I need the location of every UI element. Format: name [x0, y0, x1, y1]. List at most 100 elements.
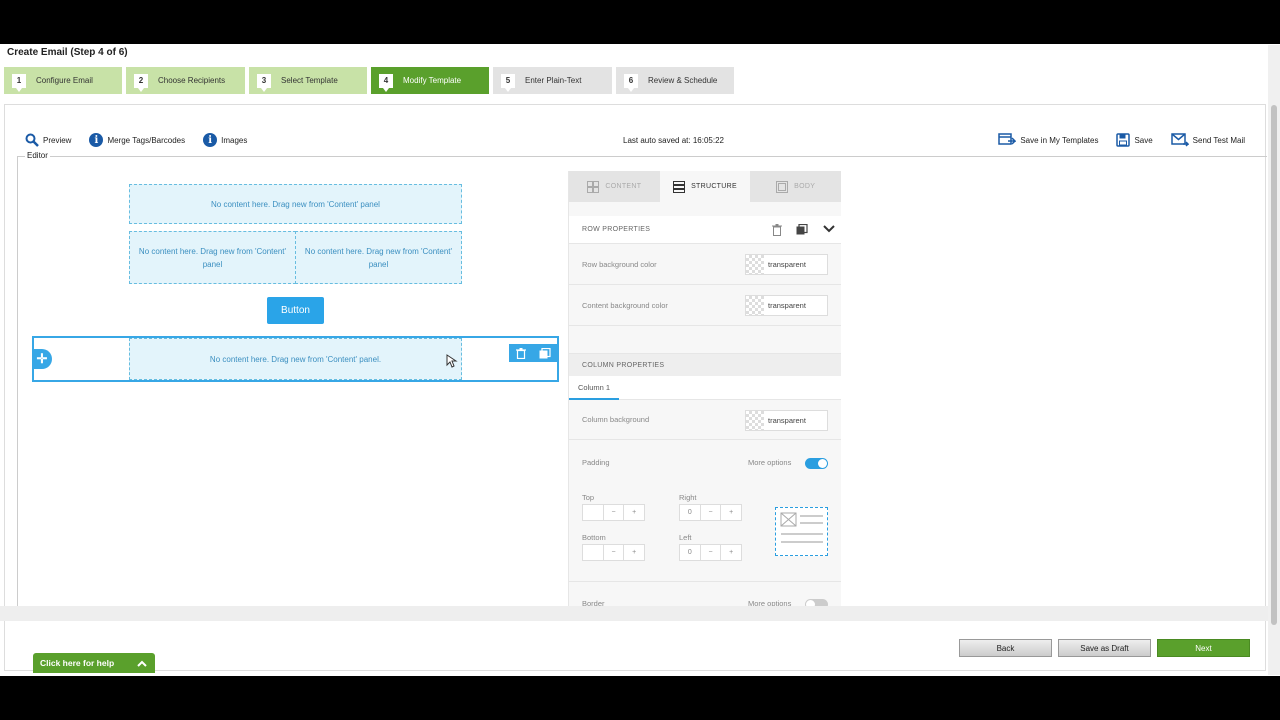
step-number: 3 — [257, 73, 271, 92]
floppy-icon — [1116, 133, 1131, 147]
tab-structure-label: STRUCTURE — [691, 183, 737, 190]
page-icon — [776, 180, 789, 193]
step-select-template[interactable]: 3 Select Template — [249, 67, 367, 94]
toggle-knob — [818, 459, 827, 468]
tab-column-1[interactable]: Column 1 — [578, 383, 610, 392]
step-review-schedule[interactable]: 6 Review & Schedule — [616, 67, 734, 94]
save-label: Save — [1134, 135, 1153, 145]
step-choose-recipients[interactable]: 2 Choose Recipients — [126, 67, 245, 94]
row-bg-value: transparent — [768, 260, 806, 269]
step-configure-email[interactable]: 1 Configure Email — [4, 67, 122, 94]
save-draft-button[interactable]: Save as Draft — [1058, 639, 1151, 657]
editor-toolbar-left: Preview i Merge Tags/Barcodes i Images — [25, 133, 247, 147]
trash-icon[interactable] — [515, 347, 526, 359]
merge-tags-button[interactable]: i Merge Tags/Barcodes — [89, 133, 185, 147]
selected-row[interactable]: ✛ No content here. Drag new from 'Conten… — [32, 336, 559, 382]
images-label: Images — [221, 135, 248, 145]
content-bg-color-picker[interactable]: transparent — [745, 295, 828, 316]
images-button[interactable]: i Images — [203, 133, 247, 147]
row-properties-header: ROW PROPERTIES — [569, 216, 841, 244]
step-number: 5 — [501, 73, 515, 92]
scrollbar-thumb[interactable] — [1271, 105, 1277, 625]
email-canvas[interactable]: No content here. Drag new from 'Content'… — [19, 166, 567, 621]
padding-right-stepper[interactable]: 0− + — [679, 504, 742, 521]
next-button[interactable]: Next — [1157, 639, 1250, 657]
drop-zone-selected[interactable]: No content here. Drag new from 'Content'… — [129, 338, 462, 380]
tab-content[interactable]: CONTENT — [569, 171, 660, 202]
padding-top-stepper[interactable]: − + — [582, 504, 645, 521]
preview-label: Preview — [43, 135, 72, 145]
duplicate-icon[interactable] — [796, 224, 808, 235]
save-my-templates-button[interactable]: Save in My Templates — [998, 133, 1098, 147]
padding-bottom-stepper[interactable]: − + — [582, 544, 645, 561]
email-button-block[interactable]: Button — [267, 297, 324, 324]
save-button[interactable]: Save — [1116, 133, 1153, 147]
minus-icon[interactable]: − — [604, 505, 625, 520]
editor-bottom-shade — [0, 606, 1268, 621]
drop-zone-right[interactable]: No content here. Drag new from 'Content'… — [295, 231, 462, 284]
back-button[interactable]: Back — [959, 639, 1052, 657]
column-properties-header: COLUMN PROPERTIES — [569, 354, 841, 376]
page-title: Create Email (Step 4 of 6) — [7, 47, 128, 58]
padding-right-label: Right — [679, 493, 697, 502]
search-icon — [25, 133, 39, 147]
plus-icon[interactable]: + — [721, 545, 741, 560]
drag-move-icon[interactable]: ✛ — [32, 349, 52, 369]
help-tab[interactable]: Click here for help — [33, 653, 155, 673]
panel-spacer — [569, 202, 841, 216]
chevron-up-icon — [137, 660, 147, 667]
step-enter-plain-text[interactable]: 5 Enter Plain-Text — [493, 67, 612, 94]
send-test-mail-button[interactable]: Send Test Mail — [1170, 133, 1245, 147]
padding-bottom-value[interactable] — [583, 545, 604, 560]
plus-icon[interactable]: + — [624, 505, 644, 520]
column-properties-title: COLUMN PROPERTIES — [582, 361, 665, 369]
chevron-down-icon[interactable] — [823, 225, 835, 233]
tab-structure[interactable]: STRUCTURE — [659, 171, 751, 202]
transparent-swatch — [746, 296, 764, 315]
info-icon: i — [89, 133, 104, 147]
padding-left-stepper[interactable]: 0− + — [679, 544, 742, 561]
minus-icon[interactable]: − — [701, 545, 722, 560]
step-label: Enter Plain-Text — [525, 76, 582, 85]
plus-icon[interactable]: + — [624, 545, 644, 560]
save-my-templates-label: Save in My Templates — [1020, 135, 1099, 145]
tab-content-label: CONTENT — [605, 183, 642, 190]
row-bg-color-picker[interactable]: transparent — [745, 254, 828, 275]
plus-icon[interactable]: + — [721, 505, 741, 520]
minus-icon[interactable]: − — [604, 545, 625, 560]
padding-left-label: Left — [679, 533, 692, 542]
step-label: Choose Recipients — [158, 76, 226, 85]
padding-top-value[interactable] — [583, 505, 604, 520]
padding-left-value[interactable]: 0 — [680, 545, 701, 560]
padding-more-options-label: More options — [748, 458, 792, 467]
padding-right-value[interactable]: 0 — [680, 505, 701, 520]
duplicate-icon[interactable] — [539, 347, 551, 359]
padding-preview-image — [775, 507, 828, 556]
drop-zone-full[interactable]: No content here. Drag new from 'Content'… — [129, 184, 462, 224]
row-bg-label: Row background color — [582, 259, 657, 269]
col-bg-color-picker[interactable]: transparent — [745, 410, 828, 431]
row-background-row: Row background color transparent — [569, 244, 841, 285]
trash-icon[interactable] — [772, 224, 782, 236]
page-scrollbar[interactable] — [1268, 45, 1280, 675]
minus-icon[interactable]: − — [701, 505, 722, 520]
autosave-status: Last auto saved at: 16:05:22 — [623, 136, 724, 145]
column-background-row: Column background transparent — [569, 400, 841, 440]
send-test-mail-label: Send Test Mail — [1192, 135, 1245, 145]
preview-button[interactable]: Preview — [25, 133, 71, 147]
padding-more-options-toggle[interactable] — [805, 458, 828, 469]
content-bg-label: Content background color — [582, 300, 668, 310]
cursor-icon — [446, 354, 458, 368]
tab-body-label: BODY — [794, 183, 816, 190]
step-modify-template[interactable]: 4 Modify Template — [371, 67, 489, 94]
editor-label: Editor — [25, 151, 50, 160]
step-label: Select Template — [281, 76, 338, 85]
content-background-row: Content background color transparent — [569, 285, 841, 326]
row-actions — [509, 344, 557, 362]
step-label: Configure Email — [36, 76, 93, 85]
info-icon: i — [203, 133, 218, 147]
drop-zone-left[interactable]: No content here. Drag new from 'Content'… — [129, 231, 296, 284]
tab-body[interactable]: BODY — [750, 171, 841, 202]
step-number: 6 — [624, 73, 638, 92]
template-save-icon — [998, 133, 1017, 145]
